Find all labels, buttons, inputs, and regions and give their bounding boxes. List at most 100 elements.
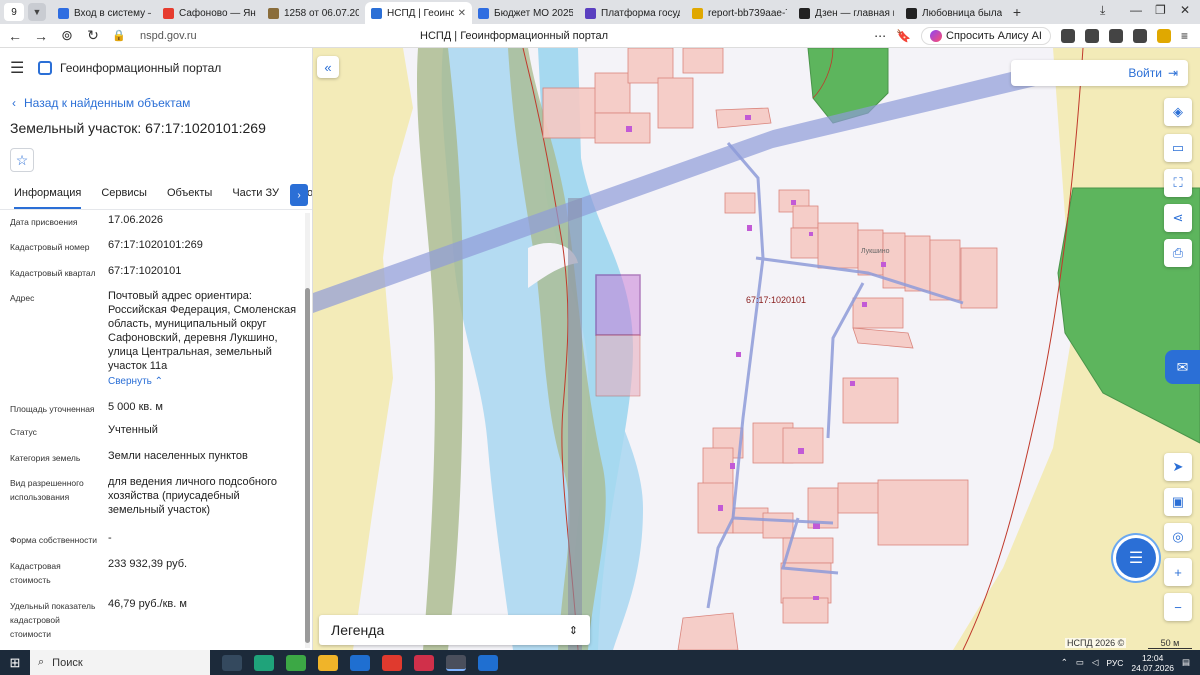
kebab-menu-icon[interactable]: ≡	[1181, 29, 1188, 43]
print-button[interactable]: ⎙	[1164, 239, 1192, 267]
windows-start-icon[interactable]: ⊞	[0, 655, 30, 671]
legend-toggle[interactable]: Легенда ⇕	[319, 615, 590, 645]
tab-list-chevron-icon[interactable]: ▼	[28, 3, 46, 21]
tabs-next-chevron-icon[interactable]: ›	[290, 184, 308, 206]
panel-scrollbar[interactable]	[305, 213, 310, 648]
collapse-panel-button[interactable]: «	[317, 56, 339, 78]
yandex-browser-icon[interactable]	[446, 654, 466, 671]
bookmark-icon[interactable]: 🔖	[896, 29, 911, 43]
mail-icon[interactable]	[350, 654, 370, 671]
notifications-icon[interactable]: ▤	[1182, 657, 1190, 668]
map-view[interactable]: 67:17:1020101 Лукшино « Войти ⇥ ◈ ▭ ⛶ ⋖ …	[313, 48, 1200, 650]
taskbar-search[interactable]: ⌕ Поиск	[30, 650, 210, 675]
zoom-in-button[interactable]: +	[1164, 558, 1192, 586]
browser-tab[interactable]: report-bb739aae-71d	[686, 2, 793, 24]
clock[interactable]: 12:04 24.07.2026	[1131, 653, 1174, 673]
minimize-icon[interactable]: —	[1130, 3, 1142, 17]
object-info-panel: ☰ Геоинформационный портал ‹ Назад к най…	[0, 48, 313, 650]
select-area-button[interactable]: ⛶	[1164, 169, 1192, 197]
lang-indicator[interactable]: РУС	[1106, 658, 1123, 668]
property-value: Земли населенных пунктов	[108, 450, 248, 462]
extension-icon[interactable]	[1132, 29, 1147, 43]
extension-icon[interactable]	[1084, 29, 1099, 43]
tab-objects[interactable]: Объекты	[167, 187, 212, 209]
tab-label: Сафоново — Яндекс	[179, 7, 256, 19]
property-value: 67:17:1020101:269	[108, 239, 203, 251]
tab-favicon-icon	[268, 7, 279, 19]
scrollbar-thumb[interactable]	[305, 288, 310, 643]
browser-tab[interactable]: Сафоново — Яндекс	[157, 2, 262, 24]
explorer-icon[interactable]	[318, 654, 338, 671]
more-icon[interactable]: ⋯	[874, 29, 886, 43]
property-value: 5 000 кв. м	[108, 401, 163, 413]
os-taskbar: ⊞ ⌕ Поиск ⌃ ▭ ◁ РУС 12:04 24.07.2026 ▤	[0, 650, 1200, 675]
expand-chevron-icon: ⇕	[568, 624, 578, 637]
tab-label: НСПД | Геоинфор	[387, 7, 454, 19]
chevron-up-icon: ⌃	[151, 376, 164, 387]
network-icon[interactable]: ▭	[1076, 657, 1084, 668]
tab-label: Вход в систему — Им	[74, 7, 151, 19]
tab-label: Бюджет МО 2025г 24	[494, 7, 573, 19]
clock-time: 12:04	[1142, 652, 1164, 663]
alice-button[interactable]: Спросить Алису AI	[921, 27, 1051, 45]
app-icon[interactable]	[478, 654, 498, 671]
hamburger-menu-icon[interactable]: ☰	[10, 58, 24, 78]
tab-count-badge[interactable]: 9	[4, 3, 24, 21]
close-window-icon[interactable]: ✕	[1180, 3, 1190, 17]
measure-button[interactable]: ▭	[1164, 134, 1192, 162]
collapse-address-link[interactable]: Свернуть ⌃	[108, 375, 298, 389]
property-value: Почтовый адрес ориентира: Российская Фед…	[108, 290, 297, 372]
chevron-left-icon: ‹	[12, 96, 16, 110]
browser-tab[interactable]: Дзен — главная нова	[793, 2, 900, 24]
address-bar: ← → ⊚ ↻ 🔒 nspd.gov.ru НСПД | Геоинформац…	[0, 24, 1200, 48]
tab-services[interactable]: Сервисы	[101, 187, 147, 209]
locate-button[interactable]: ➤	[1164, 453, 1192, 481]
login-button[interactable]: Войти ⇥	[1011, 60, 1188, 86]
tab-favicon-icon	[478, 7, 489, 19]
browser-tab[interactable]: 1258 от 06.07.2026 А	[262, 2, 365, 24]
tab-label: Любовница была уве	[922, 7, 1002, 19]
app-icon[interactable]	[414, 654, 434, 671]
property-key: Кадастровый квартал	[10, 268, 96, 278]
collapse-link-label: Свернуть	[108, 376, 152, 387]
maximize-icon[interactable]: ❐	[1155, 3, 1166, 17]
property-key: Форма собственности	[10, 535, 97, 545]
favorite-star-button[interactable]: ☆	[10, 148, 34, 172]
browser-tab[interactable]: Платформа государ	[579, 2, 686, 24]
back-to-results-link[interactable]: ‹ Назад к найденным объектам	[0, 88, 312, 110]
browser-tab[interactable]: НСПД | Геоинфор ✕	[365, 2, 472, 24]
download-icon[interactable]: ⤓	[1100, 3, 1105, 18]
support-chat-button[interactable]: ☰	[1116, 538, 1156, 578]
url-field[interactable]: nspd.gov.ru	[140, 30, 440, 42]
store-icon[interactable]	[286, 654, 306, 671]
browser-tab[interactable]: Бюджет МО 2025г 24	[472, 2, 579, 24]
back-arrow-icon[interactable]: ←	[2, 28, 28, 44]
edge-icon[interactable]	[254, 654, 274, 671]
volume-icon[interactable]: ◁	[1092, 657, 1099, 668]
property-value: 67:17:1020101	[108, 265, 182, 277]
layers-button[interactable]: ◈	[1164, 98, 1192, 126]
share-button[interactable]: ⋖	[1164, 204, 1192, 232]
browser-tab[interactable]: Вход в систему — Им	[52, 2, 157, 24]
tray-chevron-icon[interactable]: ⌃	[1061, 657, 1068, 668]
minimap-button[interactable]: ▣	[1164, 488, 1192, 516]
zoom-out-button[interactable]: −	[1164, 593, 1192, 621]
shield-icon[interactable]: ⊚	[54, 27, 80, 44]
tab-parts[interactable]: Части ЗУ	[232, 187, 279, 209]
new-tab-plus-icon[interactable]: +	[1008, 4, 1026, 20]
reload-icon[interactable]: ↻	[80, 27, 106, 44]
yandex-icon[interactable]	[382, 654, 402, 671]
browser-tab[interactable]: Любовница была уве	[900, 2, 1008, 24]
property-key: Удельный показатель кадастровой стоимост…	[10, 601, 96, 639]
chat-widget-tab[interactable]: ✉	[1165, 350, 1200, 384]
quarter-label: 67:17:1020101	[746, 295, 807, 305]
extension-icon[interactable]	[1156, 29, 1171, 43]
task-view-icon[interactable]	[222, 654, 242, 671]
search-location-button[interactable]: ◎	[1164, 523, 1192, 551]
extension-icon[interactable]	[1108, 29, 1123, 43]
extension-icon[interactable]	[1060, 29, 1075, 43]
close-tab-icon[interactable]: ✕	[458, 8, 466, 19]
tab-info[interactable]: Информация	[14, 187, 82, 209]
property-value: 17.06.2026	[108, 214, 164, 226]
forward-arrow-icon[interactable]: →	[28, 28, 54, 44]
